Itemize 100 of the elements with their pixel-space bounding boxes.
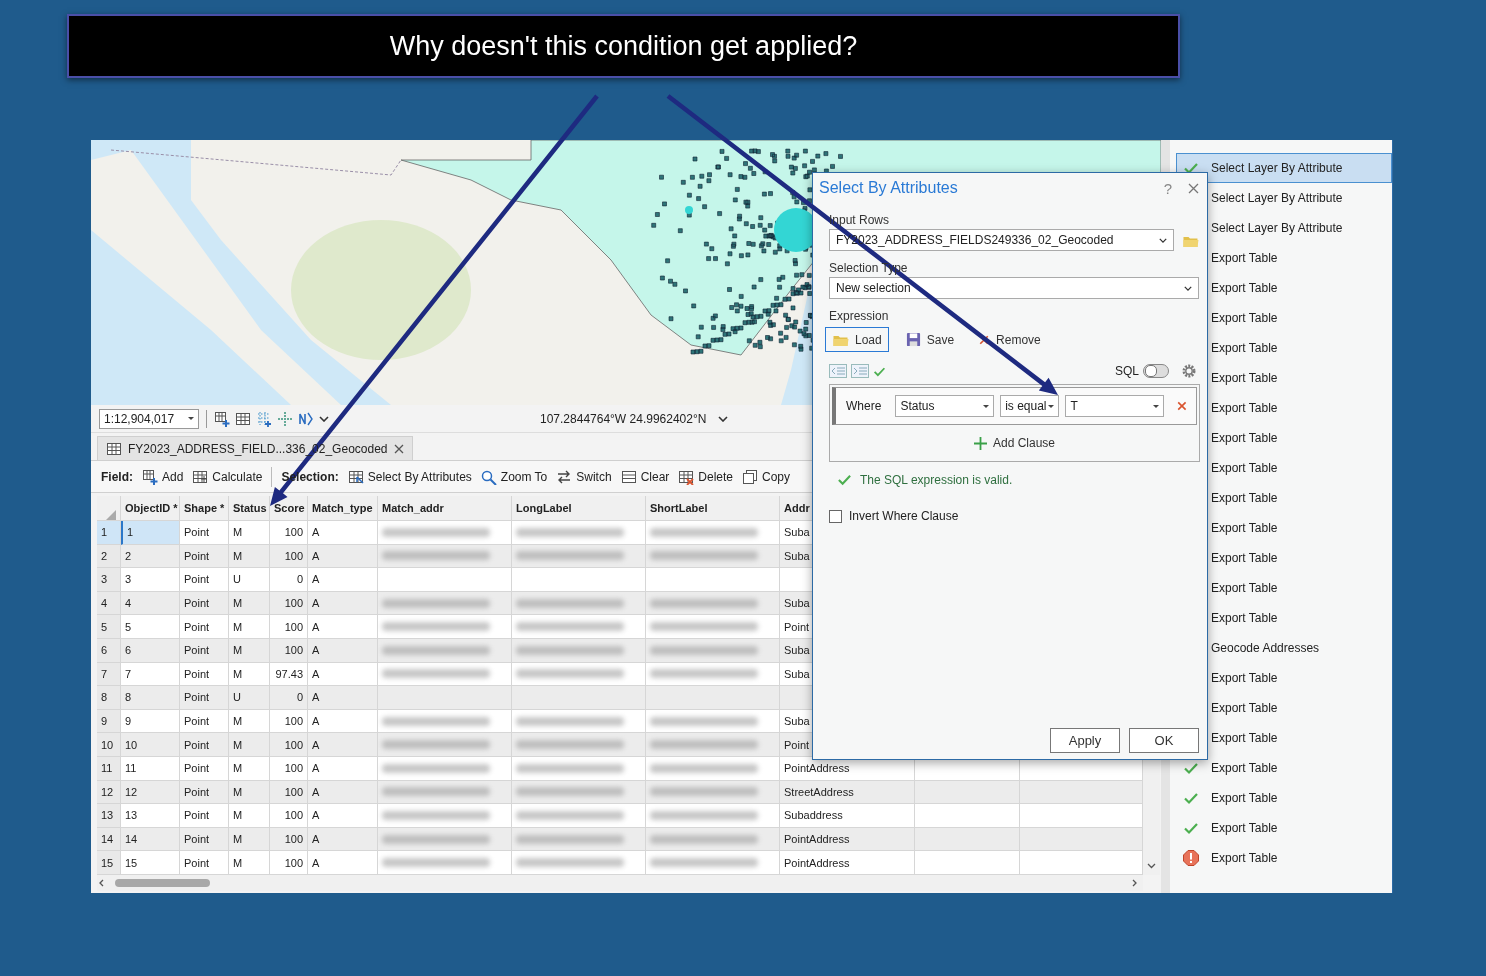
table-cell: PointAddress <box>780 851 915 875</box>
table-cell: 6 <box>121 638 180 663</box>
table-cell: A <box>308 733 378 757</box>
column-header[interactable]: Status <box>229 496 270 521</box>
table-cell: Point <box>180 804 229 828</box>
column-header[interactable]: ShortLabel <box>646 496 780 521</box>
table-cell: Point <box>180 851 229 875</box>
chevron-down-icon[interactable] <box>319 415 329 422</box>
checkbox[interactable] <box>829 509 842 523</box>
row-number: 5 <box>97 615 121 639</box>
table-cell: M <box>229 662 270 687</box>
table-cell: 0 <box>270 686 308 710</box>
selection-dropdown[interactable]: New selection <box>829 277 1199 299</box>
row-number: 15 <box>97 851 121 875</box>
load-button[interactable]: Load <box>825 327 889 352</box>
row-number: 10 <box>97 733 121 757</box>
toggle-switch[interactable] <box>1143 364 1169 378</box>
row-number: 14 <box>97 827 121 852</box>
delete-icon[interactable] <box>1176 400 1188 412</box>
checkbox-label: Invert Where Clause <box>849 509 959 523</box>
validation-message: The SQL expression is valid. <box>860 472 1013 487</box>
grid-icon[interactable] <box>235 410 251 427</box>
toolbar-button[interactable]: Switch <box>556 468 612 485</box>
table-cell: A <box>308 568 378 592</box>
table-cell: 12 <box>121 780 180 805</box>
chevron-down-icon[interactable] <box>718 415 729 422</box>
table-cell: 8 <box>121 686 180 710</box>
table-icon <box>106 440 122 457</box>
dotted-grid-icon[interactable] <box>256 410 272 427</box>
dialog-button[interactable]: OK <box>1129 728 1199 753</box>
table-cell: Point <box>180 780 229 805</box>
scale-dropdown[interactable]: 1:12,904,017 <box>99 408 199 429</box>
table-cell: 13 <box>121 804 180 828</box>
row-number: 4 <box>97 591 121 616</box>
history-item[interactable]: Export Table <box>1176 783 1392 813</box>
table-cell: M <box>229 733 270 757</box>
callout-text: Why doesn't this condition get applied? <box>389 30 858 62</box>
crosshair-icon[interactable] <box>277 410 293 427</box>
table-icon <box>192 468 209 485</box>
table-cell: A <box>308 591 378 616</box>
toolbar-button[interactable]: Calculate <box>192 468 263 485</box>
north-arrow-icon[interactable] <box>298 410 314 427</box>
row-number: 11 <box>97 756 121 781</box>
where-label: Where <box>846 399 883 413</box>
table-cell: 100 <box>270 615 308 639</box>
outdent-icon[interactable] <box>829 364 847 378</box>
toolbar-button[interactable]: Copy <box>742 468 790 485</box>
caret-icon <box>188 417 194 420</box>
toolbar-button[interactable]: Clear <box>620 468 670 485</box>
table-cell: A <box>308 709 378 734</box>
table-cell: A <box>308 615 378 639</box>
column-header[interactable]: ObjectID * <box>121 496 180 521</box>
table-cell: 100 <box>270 780 308 805</box>
table-cell: Point <box>180 568 229 592</box>
table-cell: A <box>308 804 378 828</box>
dialog-title: Select By Attributes <box>819 179 959 197</box>
table-cell: Point <box>180 662 229 687</box>
table-cell: 7 <box>121 662 180 687</box>
close-icon[interactable] <box>393 443 404 454</box>
column-header[interactable]: Shape * <box>180 496 229 521</box>
table-cell: M <box>229 638 270 663</box>
table-plus-icon[interactable] <box>214 410 230 427</box>
table-cell: 11 <box>121 756 180 781</box>
add-clause-button[interactable]: Add Clause <box>967 435 1061 451</box>
table-cell: Point <box>180 591 229 616</box>
history-item[interactable]: Export Table <box>1176 813 1392 843</box>
history-item[interactable]: Export Table <box>1176 753 1392 783</box>
gear-icon[interactable] <box>1181 363 1197 379</box>
toolbar-button[interactable]: Zoom To <box>480 468 548 485</box>
dialog-button[interactable]: Apply <box>1050 728 1120 753</box>
table-cell: Point <box>180 827 229 852</box>
table-cell: 2 <box>121 544 180 569</box>
column-header[interactable]: Match_type <box>308 496 378 521</box>
close-icon[interactable] <box>1188 182 1199 194</box>
table-cell: M <box>229 780 270 805</box>
table-cell: 100 <box>270 544 308 569</box>
toolbar-button[interactable]: Select By Attributes <box>347 468 472 485</box>
row-number: 6 <box>97 638 121 663</box>
table-cell: M <box>229 591 270 616</box>
table-cell: 100 <box>270 709 308 734</box>
field-dropdown[interactable]: Status <box>895 395 995 417</box>
table-cell: A <box>308 638 378 663</box>
column-header[interactable]: LongLabel <box>512 496 646 521</box>
zoom-icon <box>480 468 497 485</box>
save-button[interactable]: Save <box>898 327 962 352</box>
column-header[interactable]: Match_addr <box>378 496 512 521</box>
table-cell: A <box>308 662 378 687</box>
chevron-down-icon <box>1159 237 1168 243</box>
table-cell: U <box>229 686 270 710</box>
table-cell: M <box>229 709 270 734</box>
toolbar-button[interactable]: Add <box>142 468 184 485</box>
history-item[interactable]: Select Layer By Attribute <box>1176 153 1392 183</box>
table-cell: 100 <box>270 638 308 663</box>
column-header[interactable]: Score <box>270 496 308 521</box>
history-item[interactable]: Export Table <box>1176 843 1392 873</box>
toolbar-label: Field: <box>101 469 133 484</box>
indent-icon[interactable] <box>851 364 869 378</box>
value-dropdown[interactable]: T <box>1065 395 1165 417</box>
toolbar-button[interactable]: Delete <box>678 468 733 485</box>
operator-dropdown[interactable]: is equal <box>1000 395 1060 417</box>
